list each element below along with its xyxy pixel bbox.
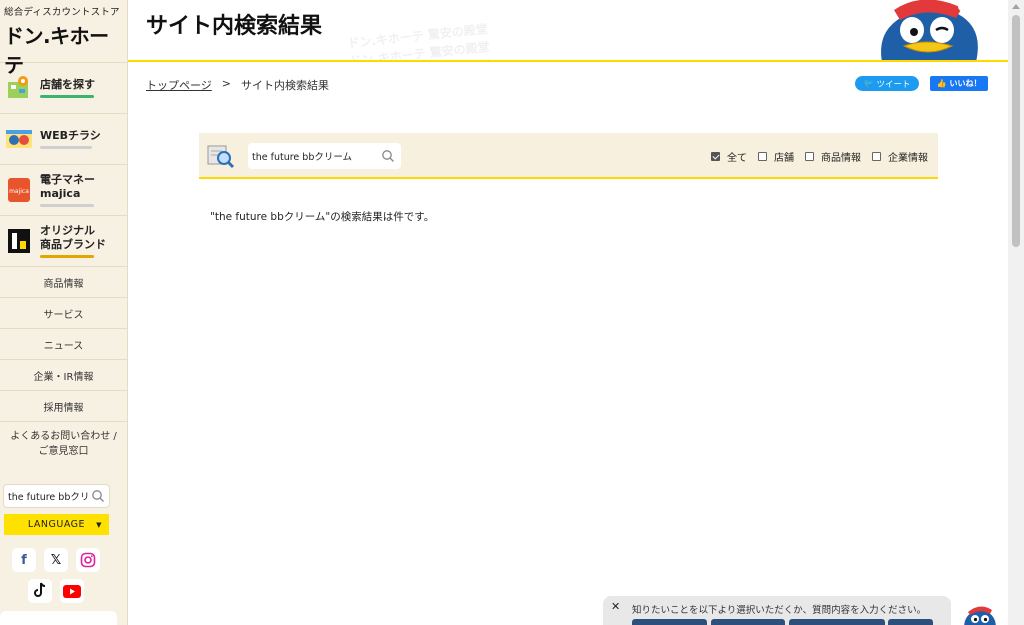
flyer-icon (4, 124, 34, 154)
filter-company-checkbox[interactable] (872, 152, 881, 161)
breadcrumb: トップページ > サイト内検索結果 (146, 77, 329, 93)
filter-stores-checkbox[interactable] (758, 152, 767, 161)
filter-label: 企業情報 (888, 153, 928, 164)
page-title: サイト内検索結果 (146, 14, 323, 39)
private-brand-icon (4, 226, 34, 256)
tweet-label: ツイート (876, 79, 911, 90)
sidebar-feature-majica[interactable]: majica 電子マネー majica (0, 164, 127, 215)
filter-products[interactable]: 商品情報 (805, 149, 861, 164)
filter-stores[interactable]: 店舗 (758, 149, 794, 164)
search-input[interactable]: the future bbクリーム (248, 143, 401, 169)
site-logo[interactable]: 総合ディスカウントストア ドン.キホーテ (0, 0, 127, 77)
feature-underline (40, 255, 94, 258)
page-scrollbar[interactable] (1008, 0, 1024, 625)
logo-tagline: 総合ディスカウントストア (4, 7, 120, 18)
filter-all[interactable]: 全て (711, 149, 747, 164)
feature-underline (40, 146, 92, 149)
x-icon[interactable]: 𝕏 (44, 548, 68, 572)
scroll-up-arrow-icon[interactable] (1012, 4, 1020, 9)
instagram-icon[interactable] (76, 548, 100, 572)
thumbs-up-icon: 👍 (936, 79, 947, 88)
chat-prompt: 知りたいことを以下より選択いただくか、質問内容を入力ください。 (632, 605, 927, 616)
search-panel: the future bbクリーム 全て 店舗 商品情報 企業情報 (199, 133, 938, 179)
search-icon[interactable] (91, 489, 105, 503)
filter-label: 商品情報 (821, 153, 861, 164)
language-label: LANGUAGE (27, 519, 86, 530)
sidebar-feature-original-brand[interactable]: オリジナル 商品ブランド (0, 215, 127, 266)
language-selector[interactable]: LANGUAGE ▼ (4, 514, 109, 535)
search-icon[interactable] (381, 149, 395, 163)
twitter-bird-icon: 🐦 (863, 79, 874, 88)
page-header: ドン.キホーテ 驚安の殿堂 ドン.キホーテ 驚安の殿堂 ドン.キホーテ 驚安の殿… (128, 0, 1008, 62)
search-result-message: "the future bbクリーム"の検索結果は件です。 (210, 211, 435, 223)
breadcrumb-current: サイト内検索結果 (241, 79, 329, 92)
sidebar-bottom-panel (0, 611, 117, 625)
chat-option-button[interactable] (632, 619, 707, 625)
sidebar-search-value: the future bbクリ (8, 492, 90, 503)
feature-underline (40, 204, 94, 207)
search-document-icon (207, 143, 235, 169)
sidebar: 総合ディスカウントストア ドン.キホーテ 店舗を探す WEBチラシ majica… (0, 0, 128, 625)
chat-option-button[interactable] (789, 619, 885, 625)
feature-label: オリジナル 商品ブランド (40, 224, 106, 251)
chevron-down-icon: ▼ (96, 520, 102, 529)
facebook-like-button[interactable]: 👍 いいね！ (930, 76, 988, 91)
sidebar-item-faq[interactable]: よくあるお問い合わせ / ご意見窓口 (0, 421, 127, 465)
chat-option-button[interactable] (711, 619, 785, 625)
search-input-value: the future bbクリーム (252, 152, 353, 163)
close-icon[interactable]: ✕ (611, 600, 620, 613)
like-label: いいね！ (949, 79, 982, 88)
filter-label: 全て (727, 153, 747, 164)
filter-products-checkbox[interactable] (805, 152, 814, 161)
map-pin-icon (4, 73, 34, 103)
sidebar-item-news[interactable]: ニュース (0, 328, 127, 359)
feature-label: 店舗を探す (40, 78, 95, 91)
tweet-button[interactable]: 🐦 ツイート (855, 76, 919, 91)
youtube-icon[interactable] (60, 579, 84, 603)
sidebar-feature-web-flyer[interactable]: WEBチラシ (0, 113, 127, 164)
tiktok-icon[interactable] (28, 579, 52, 603)
scrollbar-thumb[interactable] (1012, 15, 1020, 247)
search-filters: 全て 店舗 商品情報 企業情報 (700, 149, 928, 164)
breadcrumb-separator: > (221, 77, 231, 90)
chat-option-button[interactable] (888, 619, 933, 625)
feature-underline (40, 95, 94, 98)
sidebar-item-recruit[interactable]: 採用情報 (0, 390, 127, 421)
breadcrumb-home-link[interactable]: トップページ (146, 77, 212, 93)
chat-mascot-icon[interactable] (960, 604, 1000, 625)
feature-label: 電子マネー majica (40, 173, 95, 200)
feature-label: WEBチラシ (40, 129, 101, 142)
majica-card-icon: majica (4, 175, 34, 205)
sidebar-item-company-ir[interactable]: 企業・IR情報 (0, 359, 127, 390)
chat-widget: ✕ 知りたいことを以下より選択いただくか、質問内容を入力ください。 (603, 596, 951, 625)
facebook-icon[interactable]: f (12, 548, 36, 572)
svg-text:majica: majica (9, 188, 29, 195)
filter-company[interactable]: 企業情報 (872, 149, 928, 164)
donpen-mascot-image (864, 0, 988, 60)
filter-label: 店舗 (774, 153, 794, 164)
sidebar-item-services[interactable]: サービス (0, 297, 127, 328)
sidebar-search-input[interactable]: the future bbクリ (4, 485, 109, 507)
filter-all-checkbox[interactable] (711, 152, 720, 161)
